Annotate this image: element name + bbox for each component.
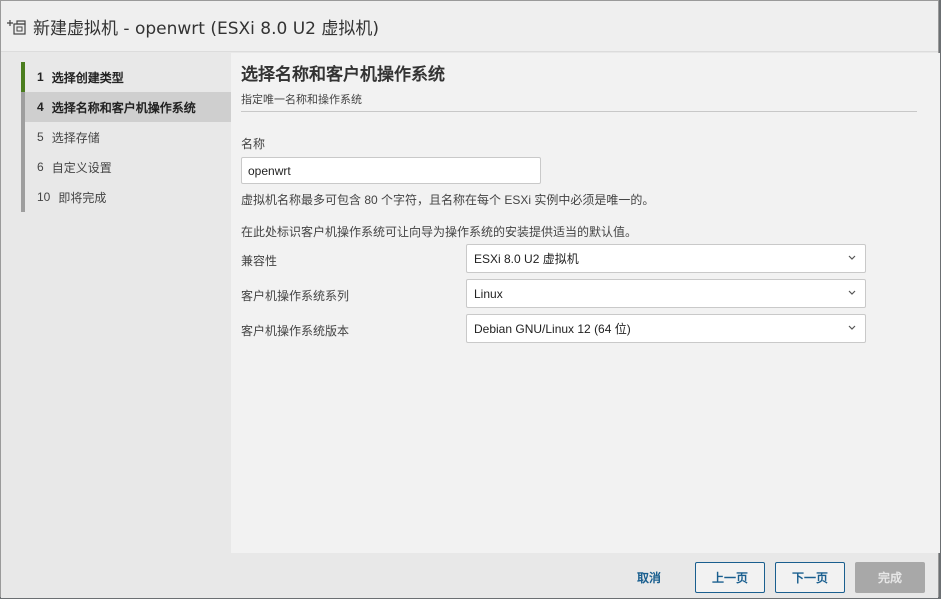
compatibility-value: ESXi 8.0 U2 虚拟机 xyxy=(474,252,579,266)
os-family-value: Linux xyxy=(474,286,503,301)
name-label: 名称 xyxy=(241,137,266,151)
chevron-down-icon xyxy=(848,255,856,260)
chevron-down-icon xyxy=(848,325,856,330)
new-vm-icon xyxy=(5,15,27,37)
next-button[interactable]: 下一页 xyxy=(775,562,845,593)
os-family-label: 客户机操作系统系列 xyxy=(241,289,350,303)
os-version-label: 客户机操作系统版本 xyxy=(241,324,350,338)
vm-name-input[interactable] xyxy=(241,157,541,184)
os-family-select[interactable]: Linux xyxy=(466,279,866,308)
step-label: 选择存储 xyxy=(51,130,100,145)
step-number: 6 xyxy=(37,160,44,174)
step-label: 选择创建类型 xyxy=(51,70,124,85)
step-number: 10 xyxy=(37,190,51,204)
chevron-down-icon xyxy=(848,290,856,295)
cancel-button[interactable]: 取消 xyxy=(621,562,677,593)
page-title: 选择名称和客户机操作系统 xyxy=(241,65,445,85)
finish-button[interactable]: 完成 xyxy=(855,562,925,593)
step-select-name-os[interactable]: 4 选择名称和客户机操作系统 xyxy=(25,92,231,122)
step-label: 选择名称和客户机操作系统 xyxy=(51,100,196,115)
dialog-titlebar: 新建虚拟机 - openwrt (ESXi 8.0 U2 虚拟机) xyxy=(1,1,938,52)
compatibility-select[interactable]: ESXi 8.0 U2 虚拟机 xyxy=(466,244,866,273)
page-subtitle: 指定唯一名称和操作系统 xyxy=(241,94,362,106)
header-divider xyxy=(241,111,917,112)
step-label: 即将完成 xyxy=(58,190,107,205)
step-select-creation-type[interactable]: 1 选择创建类型 xyxy=(25,62,231,92)
os-hint: 在此处标识客户机操作系统可让向导为操作系统的安装提供适当的默认值。 xyxy=(241,225,638,239)
step-customize-settings[interactable]: 6 自定义设置 xyxy=(25,152,231,182)
new-vm-dialog: 新建虚拟机 - openwrt (ESXi 8.0 U2 虚拟机) 1 选择创建… xyxy=(0,0,940,598)
step-number: 1 xyxy=(37,70,44,84)
step-number: 4 xyxy=(37,100,44,114)
step-ready-to-complete[interactable]: 10 即将完成 xyxy=(25,182,231,212)
step-select-storage[interactable]: 5 选择存储 xyxy=(25,122,231,152)
back-button[interactable]: 上一页 xyxy=(695,562,765,593)
step-label: 自定义设置 xyxy=(51,160,112,175)
os-version-value: Debian GNU/Linux 12 (64 位) xyxy=(474,322,631,336)
os-version-select[interactable]: Debian GNU/Linux 12 (64 位) xyxy=(466,314,866,343)
name-hint: 虚拟机名称最多可包含 80 个字符，且名称在每个 ESXi 实例中必须是唯一的。 xyxy=(241,193,655,207)
dialog-title: 新建虚拟机 - openwrt (ESXi 8.0 U2 虚拟机) xyxy=(33,18,380,39)
step-number: 5 xyxy=(37,130,44,144)
wizard-steps: 1 选择创建类型 4 选择名称和客户机操作系统 5 选择存储 6 自定义设置 1… xyxy=(1,53,231,553)
dialog-footer: 取消 上一页 下一页 完成 xyxy=(1,553,938,598)
wizard-content: 选择名称和客户机操作系统 指定唯一名称和操作系统 名称 虚拟机名称最多可包含 8… xyxy=(231,53,940,553)
compatibility-label: 兼容性 xyxy=(241,254,278,268)
